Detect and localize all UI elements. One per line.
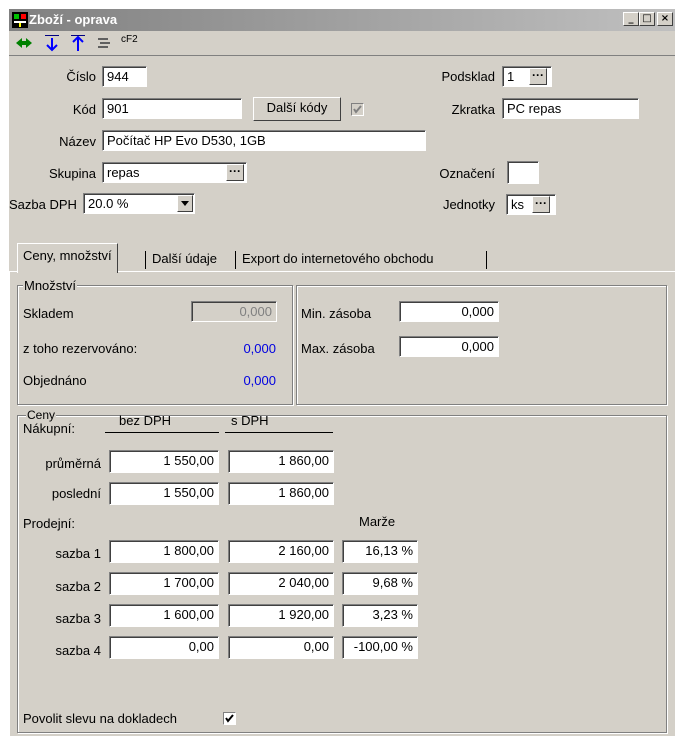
max-zasoba-label: Max. zásoba [301,341,375,356]
jednotky-label: Jednotky [442,197,495,212]
nakupni-prumerna-bez[interactable]: 1 550,00 [109,450,219,473]
prodejni-sazba3-s[interactable]: 1 920,00 [228,604,334,627]
max-zasoba-field[interactable]: 0,000 [399,336,499,357]
podsklad-value: 1 [507,69,515,84]
zkratka-label: Zkratka [451,102,495,117]
f2-shortcut[interactable]: cF2 [121,34,138,45]
zbozi-window: Zboží - oprava _ □ × cF2 Číslo 944 Podsk… [8,8,675,736]
tab-dalsi-udaje[interactable]: Další údaje [147,247,222,271]
oznaceni-field[interactable] [507,161,539,184]
tab-ceny-mnozstvi[interactable]: Ceny, množství [17,243,118,273]
bez-dph-header: bez DPH [119,413,172,428]
prodejni-sazba4-bez[interactable]: 0,00 [109,636,219,659]
podsklad-browse-button[interactable]: ··· [529,68,547,85]
skupina-label: Skupina [49,166,96,181]
rezervovano-value: 0,000 [243,341,276,356]
arrow-up-icon[interactable] [69,34,87,52]
min-zasoba-label: Min. zásoba [301,306,372,321]
prodejni-sazba4-s[interactable]: 0,00 [228,636,334,659]
nakupni-prumerna-s[interactable]: 1 860,00 [228,450,334,473]
cislo-field[interactable]: 944 [102,66,147,87]
prodejni-row-label: sazba 2 [55,579,101,594]
min-zasoba-field[interactable]: 0,000 [399,301,499,322]
kod-label: Kód [72,102,96,117]
marze-header: Marže [359,514,396,529]
minimize-button[interactable]: _ [623,12,639,26]
tab-separator [145,251,146,269]
prodejni-sazba3-marze[interactable]: 3,23 % [342,604,418,627]
dalsi-kody-checkbox[interactable] [351,103,364,116]
chevron-down-icon [181,201,189,206]
checkmark-icon [353,105,362,114]
cislo-label: Číslo [66,69,96,84]
prodejni-sazba1-s[interactable]: 2 160,00 [228,540,334,563]
tab-export[interactable]: Export do internetového obchodu [237,247,439,271]
sazba-dph-value: 20.0 % [88,196,129,211]
prodejni-sazba2-marze[interactable]: 9,68 % [342,572,418,595]
app-icon [12,12,28,28]
prodejni-row-label: sazba 3 [55,611,101,626]
s-dph-underline [225,432,333,433]
mnozstvi-title: Množství [23,278,78,293]
window-title: Zboží - oprava [29,12,118,27]
prodejni-label: Prodejní: [23,516,76,531]
nakupni-label: Nákupní: [23,421,76,436]
rezervovano-label: z toho rezervováno: [23,341,138,356]
close-button[interactable]: × [657,12,673,26]
checkmark-icon [225,714,234,723]
tab-separator [486,251,487,269]
prodejni-sazba1-marze[interactable]: 16,13 % [342,540,418,563]
maximize-button[interactable]: □ [639,12,655,26]
prodejni-row-label: sazba 1 [55,546,101,561]
nakupni-posledni-bez[interactable]: 1 550,00 [109,482,219,505]
prodejni-sazba2-s[interactable]: 2 040,00 [228,572,334,595]
prodejni-sazba1-bez[interactable]: 1 800,00 [109,540,219,563]
dalsi-kody-button[interactable]: Další kódy [253,97,341,121]
jednotky-browse-button[interactable]: ··· [532,196,550,213]
skladem-label: Skladem [23,306,74,321]
prodejni-row-label: sazba 4 [55,643,101,658]
skladem-field: 0,000 [191,301,277,322]
oznaceni-label: Označení [439,166,495,181]
jednotky-value: ks [511,197,524,212]
prodejni-sazba3-bez[interactable]: 1 600,00 [109,604,219,627]
objednano-value: 0,000 [243,373,276,388]
prodejni-sazba2-bez[interactable]: 1 700,00 [109,572,219,595]
skupina-value: repas [107,165,140,180]
nakupni-row-label: průměrná [45,456,101,471]
objednano-label: Objednáno [23,373,87,388]
skupina-browse-button[interactable]: ··· [226,164,244,181]
nakupni-posledni-s[interactable]: 1 860,00 [228,482,334,505]
toolbar: cF2 [9,31,675,56]
list-icon[interactable] [95,34,113,52]
povolit-slevu-label: Povolit slevu na dokladech [23,711,177,726]
nakupni-row-label: poslední [51,486,101,501]
tab-separator [235,251,236,269]
podsklad-label: Podsklad [441,69,495,84]
ceny-title: Ceny [26,408,57,422]
sazba-dph-label: Sazba DPH [9,197,77,212]
s-dph-header: s DPH [231,413,269,428]
bez-dph-underline [105,432,219,433]
sazba-dropdown-button[interactable] [177,195,193,212]
prodejni-sazba4-marze[interactable]: -100,00 % [342,636,418,659]
move-arrows-icon[interactable] [15,34,33,52]
arrow-down-icon[interactable] [43,34,61,52]
nazev-label: Název [59,134,96,149]
nazev-field[interactable]: Počítač HP Evo D530, 1GB [102,130,426,151]
title-bar[interactable]: Zboží - oprava _ □ × [9,9,675,31]
povolit-slevu-checkbox[interactable] [223,712,236,725]
kod-field[interactable]: 901 [102,98,242,119]
zkratka-field[interactable]: PC repas [502,98,639,119]
